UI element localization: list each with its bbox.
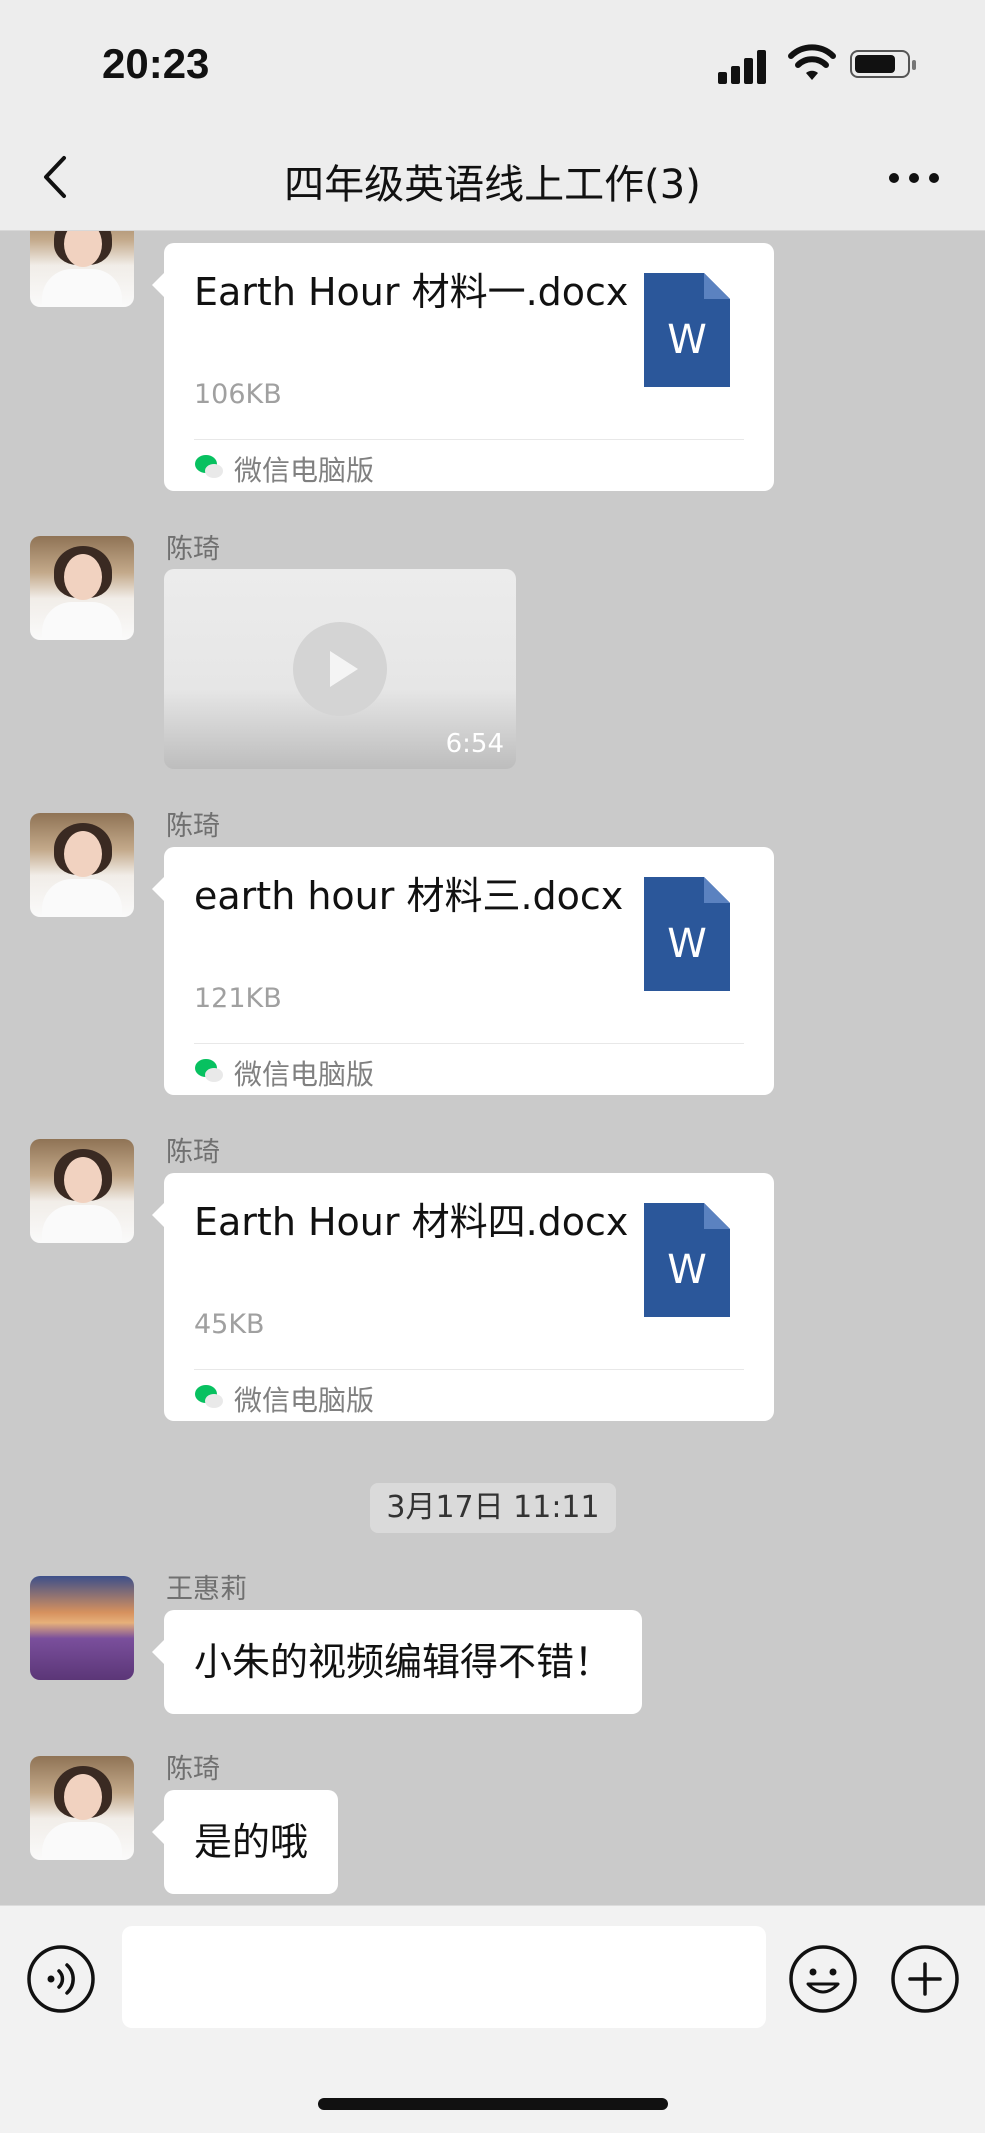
file-icon-letter: W: [667, 921, 707, 967]
wechat-icon: [195, 1059, 223, 1082]
chat-message-list[interactable]: Earth Hour 材料一.docx 106KB W 微信电脑版 陈琦 6:5…: [0, 231, 985, 1905]
file-name: Earth Hour 材料一.docx: [194, 270, 629, 314]
sender-name: 陈琦: [166, 534, 220, 565]
file-name: earth hour 材料三.docx: [194, 874, 624, 918]
chat-title: 四年级英语线上工作(3): [284, 162, 701, 208]
divider: [194, 1369, 744, 1370]
avatar[interactable]: [30, 231, 134, 307]
home-indicator[interactable]: [318, 2098, 668, 2110]
divider: [194, 1043, 744, 1044]
battery-icon: [850, 50, 916, 78]
chat-header: 四年级英语线上工作(3): [0, 130, 985, 231]
wifi-icon: [788, 44, 836, 80]
cellular-signal-icon: [718, 48, 774, 84]
file-icon-letter: W: [667, 317, 707, 363]
text-message[interactable]: 小朱的视频编辑得不错！: [151, 1610, 643, 1714]
message-timestamp: 3月17日 11:11: [370, 1483, 616, 1533]
voice-icon[interactable]: [26, 1944, 96, 2014]
file-message[interactable]: earth hour 材料三.docx 121KB W 微信电脑版: [152, 847, 774, 1095]
divider: [194, 439, 744, 440]
sender-name: 陈琦: [166, 1754, 220, 1785]
file-size: 121KB: [194, 983, 282, 1014]
file-size: 106KB: [194, 379, 282, 410]
message-input[interactable]: [122, 1926, 766, 2028]
plus-icon[interactable]: [890, 1944, 960, 2014]
avatar[interactable]: [30, 1756, 134, 1860]
status-bar: 20:23: [0, 0, 985, 130]
sender-name: 陈琦: [166, 1137, 220, 1168]
file-source: 微信电脑版: [234, 1384, 375, 1417]
avatar[interactable]: [30, 536, 134, 640]
file-name: Earth Hour 材料四.docx: [194, 1200, 629, 1244]
wechat-icon: [195, 1385, 223, 1408]
file-source: 微信电脑版: [234, 1058, 375, 1091]
word-doc-icon: W: [644, 273, 730, 387]
more-icon[interactable]: [884, 158, 944, 198]
avatar[interactable]: [30, 813, 134, 917]
file-message[interactable]: Earth Hour 材料一.docx 106KB W 微信电脑版: [152, 243, 774, 491]
wechat-icon: [195, 455, 223, 478]
file-icon-letter: W: [667, 1247, 707, 1293]
file-message[interactable]: Earth Hour 材料四.docx 45KB W 微信电脑版: [152, 1173, 774, 1421]
status-time: 20:23: [102, 40, 210, 87]
play-icon[interactable]: [292, 621, 388, 717]
word-doc-icon: W: [644, 1203, 730, 1317]
video-duration: 6:54: [445, 729, 504, 759]
sender-name: 王惠莉: [166, 1574, 247, 1605]
avatar[interactable]: [30, 1576, 134, 1680]
emoji-icon[interactable]: [788, 1944, 858, 2014]
sender-name: 陈琦: [166, 811, 220, 842]
avatar[interactable]: [30, 1139, 134, 1243]
file-size: 45KB: [194, 1309, 265, 1340]
word-doc-icon: W: [644, 877, 730, 991]
file-source: 微信电脑版: [234, 454, 375, 487]
video-message[interactable]: 6:54: [164, 569, 516, 769]
text-message[interactable]: 是的哦: [151, 1790, 339, 1894]
